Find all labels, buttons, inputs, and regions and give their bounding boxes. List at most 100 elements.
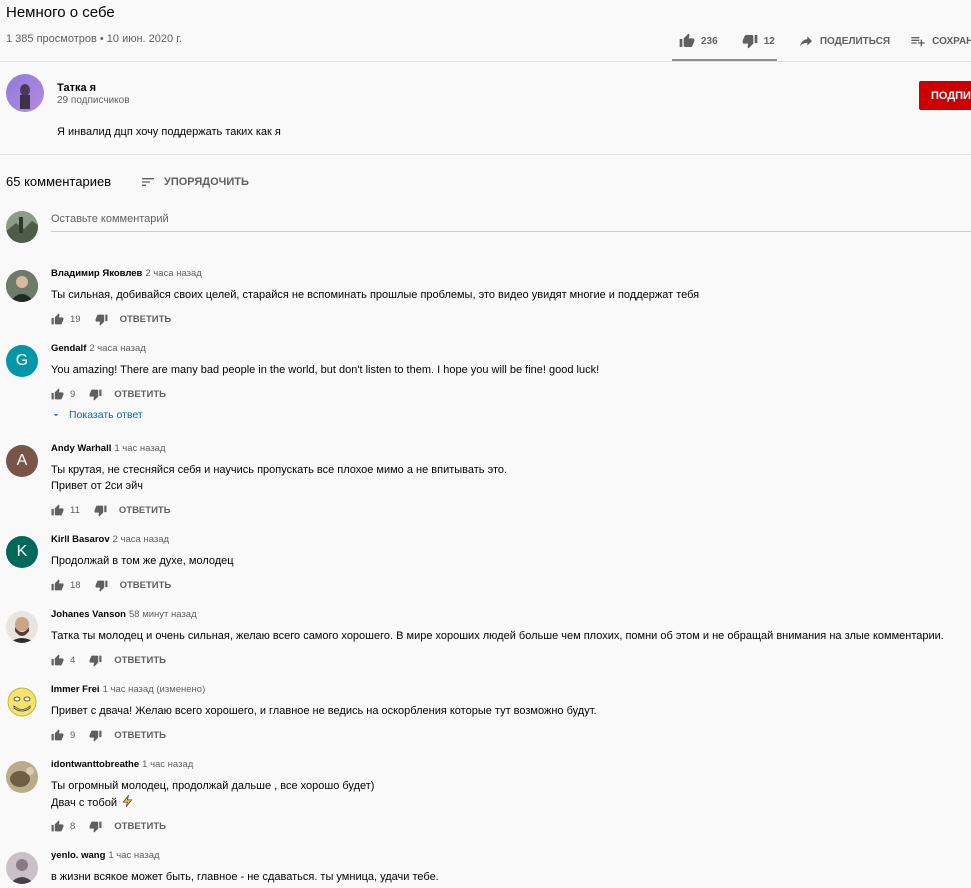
- comment-actions: 4 ОТВЕТИТЬ: [51, 652, 166, 668]
- thumb-down-icon[interactable]: [89, 388, 102, 401]
- comment-avatar[interactable]: [6, 611, 38, 643]
- divider: [0, 61, 971, 62]
- add-comment-input[interactable]: Оставьте комментарий: [51, 213, 169, 225]
- thumb-up-icon[interactable]: [51, 388, 64, 401]
- video-meta: 1 385 просмотров • 10 июн. 2020 г.: [6, 33, 182, 45]
- thumb-up-icon[interactable]: [51, 654, 64, 667]
- video-title: Немного о себе: [6, 4, 115, 21]
- comment-time[interactable]: 2 часа назад: [113, 534, 169, 545]
- comment-avatar[interactable]: A: [6, 445, 38, 477]
- comment-time[interactable]: 1 час назад (изменено): [103, 684, 206, 695]
- thumb-up-icon[interactable]: [51, 729, 64, 742]
- comment-author[interactable]: yenlo. wang: [51, 850, 105, 861]
- comment-actions: 11 ОТВЕТИТЬ: [51, 502, 171, 518]
- comment-avatar[interactable]: [6, 270, 38, 302]
- video-actions: 236 12 ПОДЕЛИТЬСЯ СОХРАНИ: [679, 33, 971, 49]
- sort-button[interactable]: УПОРЯДОЧИТЬ: [140, 174, 249, 190]
- playlist-add-icon: [911, 37, 925, 47]
- comment-time[interactable]: 1 час назад: [142, 759, 193, 770]
- chevron-down-icon: [53, 414, 59, 417]
- reply-button[interactable]: ОТВЕТИТЬ: [114, 730, 166, 741]
- channel-name[interactable]: Татка я: [57, 82, 96, 94]
- thumb-down-icon: [742, 35, 758, 49]
- reply-button[interactable]: ОТВЕТИТЬ: [120, 580, 172, 591]
- share-label: ПОДЕЛИТЬСЯ: [819, 35, 891, 47]
- share-icon: [799, 36, 812, 47]
- like-count: 236: [701, 35, 718, 47]
- divider: [0, 154, 971, 155]
- sort-icon: [142, 178, 154, 186]
- comment-avatar[interactable]: [6, 686, 38, 718]
- comment-text: Ты сильная, добивайся своих целей, стара…: [51, 289, 700, 301]
- reply-button[interactable]: ОТВЕТИТЬ: [120, 314, 172, 325]
- thumb-up-icon[interactable]: [51, 820, 64, 833]
- like-count: 19: [70, 313, 81, 325]
- thumb-up-icon[interactable]: [51, 579, 64, 592]
- comment-time[interactable]: 1 час назад: [114, 443, 165, 454]
- thumb-up-icon[interactable]: [51, 313, 64, 326]
- comment-author[interactable]: Владимир Яковлев: [51, 268, 142, 279]
- thumb-down-icon[interactable]: [95, 579, 108, 592]
- comment-actions: 18 ОТВЕТИТЬ: [51, 577, 171, 593]
- save-label: СОХРАНИ: [932, 35, 971, 47]
- comment-time[interactable]: 58 минут назад: [129, 609, 197, 620]
- subscribe-button[interactable]: ПОДПИ: [919, 81, 971, 110]
- comment-actions: 9 ОТВЕТИТЬ: [51, 727, 166, 743]
- comment-author[interactable]: Kirll Basarov: [51, 534, 110, 545]
- comment-text: Продолжай в том же духе, молодец: [51, 555, 234, 567]
- channel-avatar[interactable]: [6, 74, 44, 112]
- like-count: 9: [70, 388, 76, 400]
- thumb-down-icon[interactable]: [95, 313, 108, 326]
- show-replies-label: Показать ответ: [69, 409, 143, 421]
- reply-button[interactable]: ОТВЕТИТЬ: [114, 655, 166, 666]
- thumb-down-icon[interactable]: [89, 820, 102, 833]
- comment-text: Ты крутая, не стесняйся себя и научись п…: [51, 464, 508, 492]
- thumb-up-icon[interactable]: [51, 504, 64, 517]
- comment-count: 65 комментариев: [6, 174, 112, 189]
- subscriber-count: 29 подписчиков: [57, 95, 130, 106]
- dislike-button[interactable]: 12: [742, 33, 775, 49]
- comment-author[interactable]: Gendalf: [51, 343, 86, 354]
- share-button[interactable]: ПОДЕЛИТЬСЯ: [798, 33, 890, 49]
- thumb-down-icon[interactable]: [89, 654, 102, 667]
- comment-avatar[interactable]: K: [6, 536, 38, 568]
- comment-actions: 8 ОТВЕТИТЬ: [51, 818, 166, 834]
- reply-button[interactable]: ОТВЕТИТЬ: [114, 389, 166, 400]
- thumb-up-icon: [679, 33, 695, 47]
- comment-actions: 19 ОТВЕТИТЬ: [51, 311, 171, 327]
- show-replies-button[interactable]: Показать ответ: [51, 409, 143, 421]
- thumb-down-icon[interactable]: [94, 504, 107, 517]
- like-count: 8: [70, 820, 76, 832]
- reply-button[interactable]: ОТВЕТИТЬ: [114, 821, 166, 832]
- like-count: 9: [70, 729, 76, 741]
- add-comment-underline: [51, 231, 971, 232]
- dislike-count: 12: [763, 35, 775, 47]
- comment-avatar[interactable]: G: [6, 345, 38, 377]
- comment-text: You amazing! There are many bad people i…: [51, 364, 600, 376]
- comment-avatar[interactable]: [6, 761, 38, 793]
- video-description: Я инвалид дцп хочу поддержать таких как …: [57, 126, 281, 138]
- reply-button[interactable]: ОТВЕТИТЬ: [119, 505, 171, 516]
- comment-author[interactable]: idontwanttobreathe: [51, 759, 139, 770]
- comment-avatar[interactable]: [6, 852, 38, 884]
- comment-text: Ты огромный молодец, продолжай дальше , …: [51, 780, 375, 809]
- comment-time[interactable]: 1 час назад: [108, 850, 159, 861]
- thumb-down-icon[interactable]: [89, 729, 102, 742]
- lightning-emoji-icon: [122, 794, 133, 808]
- comment-author[interactable]: Johanes Vanson: [51, 609, 126, 620]
- like-button[interactable]: 236: [679, 33, 718, 49]
- save-button[interactable]: СОХРАНИ: [910, 33, 971, 49]
- comment-time[interactable]: 2 часа назад: [89, 343, 145, 354]
- like-count: 18: [70, 579, 81, 591]
- user-avatar: [6, 211, 38, 243]
- comment-text: Татка ты молодец и очень сильная, желаю …: [51, 630, 944, 642]
- comment-time[interactable]: 2 часа назад: [145, 268, 201, 279]
- comment-actions: 9 ОТВЕТИТЬ: [51, 386, 166, 402]
- comment-author[interactable]: Immer Frei: [51, 684, 100, 695]
- sort-label: УПОРЯДОЧИТЬ: [164, 176, 249, 188]
- comment-text: Привет с двача! Желаю всего хорошего, и …: [51, 705, 597, 717]
- comment-author[interactable]: Andy Warhall: [51, 443, 111, 454]
- like-count: 11: [70, 504, 80, 516]
- comment-text: в жизни всякое может быть, главное - не …: [51, 871, 439, 883]
- like-count: 4: [70, 654, 76, 666]
